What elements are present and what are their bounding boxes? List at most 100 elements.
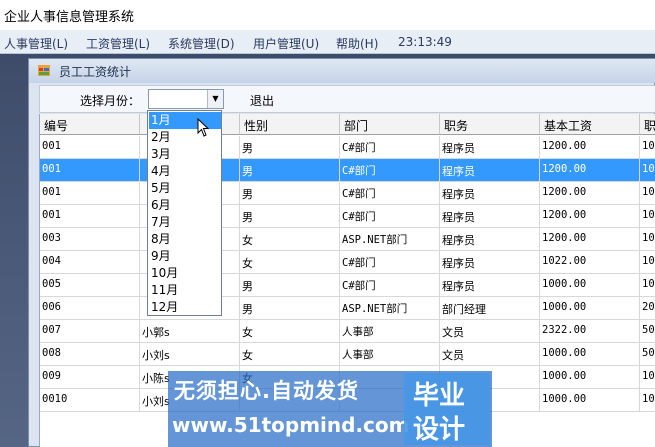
table-cell[interactable]: C#部门 <box>340 274 440 297</box>
menu-system[interactable]: 系统管理(D) <box>168 35 235 52</box>
table-cell[interactable]: ASP.NET部门 <box>340 228 440 251</box>
month-option[interactable]: 6月 <box>149 197 221 214</box>
table-cell[interactable]: 人事部 <box>340 343 440 366</box>
table-cell[interactable]: C#部门 <box>340 159 440 182</box>
table-row[interactable]: 006 男 ASP.NET部门 部门经理 1000.00 20 <box>40 297 655 320</box>
table-cell[interactable]: 001 <box>40 182 140 205</box>
table-cell[interactable]: 女 <box>240 343 340 366</box>
table-cell[interactable]: 007 <box>40 320 140 343</box>
table-cell[interactable]: C#部门 <box>340 182 440 205</box>
table-cell[interactable]: 10 <box>640 251 655 274</box>
table-cell[interactable]: 10 <box>640 274 655 297</box>
table-row[interactable]: 008 小刘s 女人事部 文员 1000.00 50 <box>40 343 655 366</box>
table-cell[interactable]: 1200.00 <box>540 228 640 251</box>
table-cell[interactable]: 部门经理 <box>440 297 540 320</box>
table-cell[interactable]: 10 <box>640 136 655 159</box>
month-option[interactable]: 7月 <box>149 214 221 231</box>
column-header[interactable]: 基本工资 <box>540 114 640 135</box>
table-cell[interactable]: 1200.00 <box>540 159 640 182</box>
table-row[interactable]: 007 小郭s 女人事部 文员 2322.00 50 <box>40 320 655 343</box>
month-option[interactable]: 3月 <box>149 146 221 163</box>
table-cell[interactable]: 50 <box>640 343 655 366</box>
table-cell[interactable]: 女 <box>240 251 340 274</box>
table-cell[interactable]: 男 <box>240 182 340 205</box>
column-header[interactable]: 性别 <box>240 114 340 135</box>
table-cell[interactable]: 10 <box>640 159 655 182</box>
table-row[interactable]: 001 男 C#部门 程序员 1200.00 10 <box>40 205 655 228</box>
exit-button[interactable]: 退出 <box>250 92 274 109</box>
table-cell[interactable]: ASP.NET部门 <box>340 297 440 320</box>
table-cell[interactable]: 001 <box>40 205 140 228</box>
table-cell[interactable]: 女 <box>240 320 340 343</box>
table-cell[interactable]: 程序员 <box>440 251 540 274</box>
table-cell[interactable]: 程序员 <box>440 274 540 297</box>
table-cell[interactable]: 1200.00 <box>540 136 640 159</box>
table-cell[interactable]: 004 <box>40 251 140 274</box>
month-option[interactable]: 12月 <box>149 299 221 316</box>
table-cell[interactable]: 1022.00 <box>540 251 640 274</box>
table-cell[interactable]: 程序员 <box>440 159 540 182</box>
table-cell[interactable]: 人事部 <box>340 320 440 343</box>
month-option[interactable]: 11月 <box>149 282 221 299</box>
table-cell[interactable]: 2322.00 <box>540 320 640 343</box>
table-cell[interactable]: 程序员 <box>440 205 540 228</box>
column-header[interactable]: 职务 <box>440 114 540 135</box>
menu-user[interactable]: 用户管理(U) <box>253 35 319 52</box>
table-cell[interactable]: 男 <box>240 136 340 159</box>
table-cell[interactable]: C#部门 <box>340 136 440 159</box>
table-cell[interactable]: 1200.00 <box>540 182 640 205</box>
column-header[interactable]: 职 <box>640 114 655 135</box>
table-cell[interactable]: 10 <box>640 366 655 389</box>
table-cell[interactable]: 50 <box>640 320 655 343</box>
table-cell[interactable]: 男 <box>240 274 340 297</box>
table-cell[interactable]: 1000.00 <box>540 366 640 389</box>
table-cell[interactable]: 1000.00 <box>540 274 640 297</box>
month-dropdown-list[interactable]: 1月 2月 3月 4月 5月 6月 7月 8月 9月 10月 11月 12月 <box>147 110 222 316</box>
table-cell[interactable]: 10 <box>640 389 655 412</box>
table-cell[interactable]: 程序员 <box>440 182 540 205</box>
table-cell[interactable]: 10 <box>640 205 655 228</box>
chevron-down-icon[interactable]: ▼ <box>207 90 223 108</box>
table-cell[interactable]: 20 <box>640 297 655 320</box>
table-cell[interactable]: 10 <box>640 182 655 205</box>
table-cell[interactable]: C#部门 <box>340 205 440 228</box>
table-cell[interactable]: 001 <box>40 159 140 182</box>
month-option[interactable]: 10月 <box>149 265 221 282</box>
month-select[interactable]: ▼ <box>148 89 224 109</box>
table-row[interactable]: 001 男 C#部门 程序员 1200.00 10 <box>40 136 655 159</box>
table-cell[interactable]: 小郭s <box>140 320 240 343</box>
table-cell[interactable]: 文员 <box>440 320 540 343</box>
table-row[interactable]: 001 男 C#部门 程序员 1200.00 10 <box>40 182 655 205</box>
table-cell[interactable]: 005 <box>40 274 140 297</box>
table-row[interactable]: 005 男 C#部门 程序员 1000.00 10 <box>40 274 655 297</box>
menu-salary[interactable]: 工资管理(L) <box>86 35 150 52</box>
table-cell[interactable]: 1000.00 <box>540 343 640 366</box>
month-option[interactable]: 5月 <box>149 180 221 197</box>
table-cell[interactable]: C#部门 <box>340 251 440 274</box>
table-row[interactable]: 004 女 C#部门 程序员 1022.00 10 <box>40 251 655 274</box>
column-header[interactable]: 编号 <box>40 114 140 135</box>
table-cell[interactable]: 006 <box>40 297 140 320</box>
table-cell[interactable]: 程序员 <box>440 228 540 251</box>
table-cell[interactable]: 1000.00 <box>540 389 640 412</box>
month-option[interactable]: 8月 <box>149 231 221 248</box>
month-option[interactable]: 9月 <box>149 248 221 265</box>
table-cell[interactable]: 0010 <box>40 389 140 412</box>
child-title-bar[interactable]: 员工工资统计 <box>29 59 655 83</box>
table-cell[interactable]: 10 <box>640 228 655 251</box>
table-cell[interactable]: 男 <box>240 159 340 182</box>
table-cell[interactable]: 003 <box>40 228 140 251</box>
table-cell[interactable]: 1000.00 <box>540 297 640 320</box>
menu-help[interactable]: 帮助(H) <box>336 35 378 52</box>
table-cell[interactable]: 小刘s <box>140 343 240 366</box>
table-row[interactable]: 001 男 C#部门 程序员 1200.00 10 <box>40 159 655 182</box>
table-cell[interactable]: 男 <box>240 205 340 228</box>
table-cell[interactable]: 男 <box>240 297 340 320</box>
month-option[interactable]: 4月 <box>149 163 221 180</box>
table-cell[interactable]: 008 <box>40 343 140 366</box>
table-cell[interactable]: 女 <box>240 228 340 251</box>
column-header[interactable]: 部门 <box>340 114 440 135</box>
table-cell[interactable]: 文员 <box>440 343 540 366</box>
table-cell[interactable]: 009 <box>40 366 140 389</box>
table-cell[interactable]: 001 <box>40 136 140 159</box>
